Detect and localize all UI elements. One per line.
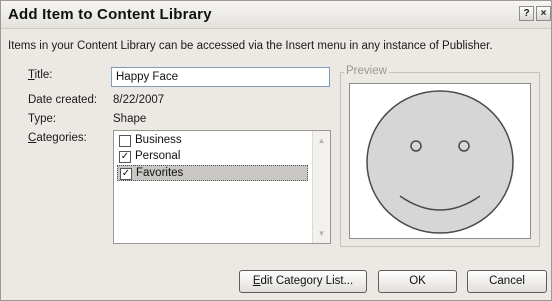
dialog-title: Add Item to Content Library	[8, 6, 212, 23]
listbox-scrollbar[interactable]: ▲ ▼	[312, 131, 330, 243]
cancel-button[interactable]: Cancel	[467, 270, 547, 293]
smiley-face-shape	[366, 90, 514, 234]
preview-area	[349, 83, 531, 239]
scroll-down-arrow-icon[interactable]: ▼	[315, 227, 328, 240]
help-button[interactable]: ?	[519, 6, 534, 21]
title-label: Title:	[28, 69, 53, 81]
categories-listbox[interactable]: Business ✓ Personal ✓ Favorites ▲ ▼	[113, 130, 331, 244]
checkbox-favorites[interactable]: ✓	[120, 168, 132, 180]
category-label-favorites: Favorites	[136, 167, 184, 179]
date-created-value: 8/22/2007	[113, 94, 165, 106]
type-label: Type:	[28, 113, 57, 125]
category-item-business[interactable]: Business	[117, 133, 308, 149]
title-label-rest: itle:	[34, 69, 53, 81]
categories-label-rest: ategories:	[36, 132, 87, 144]
scroll-up-arrow-icon[interactable]: ▲	[315, 134, 328, 147]
ok-button[interactable]: OK	[378, 270, 457, 293]
type-value: Shape	[113, 113, 147, 125]
category-label-business: Business	[135, 134, 182, 146]
intro-text: Items in your Content Library can be acc…	[8, 40, 493, 52]
face-circle	[366, 90, 514, 234]
dialog-window: Add Item to Content Library ? × Items in…	[0, 0, 552, 301]
category-item-personal[interactable]: ✓ Personal	[117, 149, 308, 165]
date-created-label: Date created:	[28, 94, 98, 106]
title-bar: Add Item to Content Library ? ×	[1, 1, 551, 29]
categories-label: Categories:	[28, 132, 87, 144]
title-label-mnemonic: T	[28, 69, 35, 81]
close-button[interactable]: ×	[536, 6, 551, 21]
preview-label: Preview	[344, 65, 389, 77]
checkbox-business[interactable]	[119, 135, 131, 147]
title-field[interactable]	[111, 67, 330, 87]
category-label-personal: Personal	[135, 150, 181, 162]
checkbox-personal[interactable]: ✓	[119, 151, 131, 163]
edit-category-list-button[interactable]: Edit Category List...	[239, 270, 367, 293]
category-item-favorites[interactable]: ✓ Favorites	[117, 165, 308, 181]
edit-button-label: dit Category List...	[260, 275, 354, 287]
